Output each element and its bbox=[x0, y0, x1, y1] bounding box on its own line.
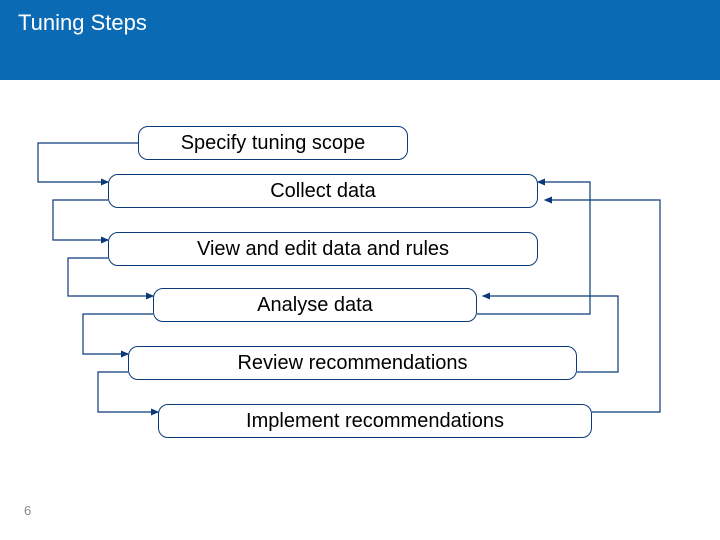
step-view-edit-data-rules: View and edit data and rules bbox=[108, 232, 538, 266]
step-specify-tuning-scope: Specify tuning scope bbox=[138, 126, 408, 160]
slide-header: Tuning Steps bbox=[0, 0, 720, 80]
step-label: Analyse data bbox=[257, 294, 373, 317]
step-analyse-data: Analyse data bbox=[153, 288, 477, 322]
step-implement-recommendations: Implement recommendations bbox=[158, 404, 592, 438]
step-collect-data: Collect data bbox=[108, 174, 538, 208]
step-label: Review recommendations bbox=[237, 352, 467, 375]
step-label: Specify tuning scope bbox=[181, 132, 366, 155]
tuning-steps-diagram: Specify tuning scope Collect data View a… bbox=[0, 110, 720, 530]
page-title: Tuning Steps bbox=[18, 10, 702, 36]
step-label: Implement recommendations bbox=[246, 410, 504, 433]
step-label: View and edit data and rules bbox=[197, 238, 449, 261]
page-number: 6 bbox=[24, 503, 31, 518]
step-label: Collect data bbox=[270, 180, 376, 203]
step-review-recommendations: Review recommendations bbox=[128, 346, 577, 380]
